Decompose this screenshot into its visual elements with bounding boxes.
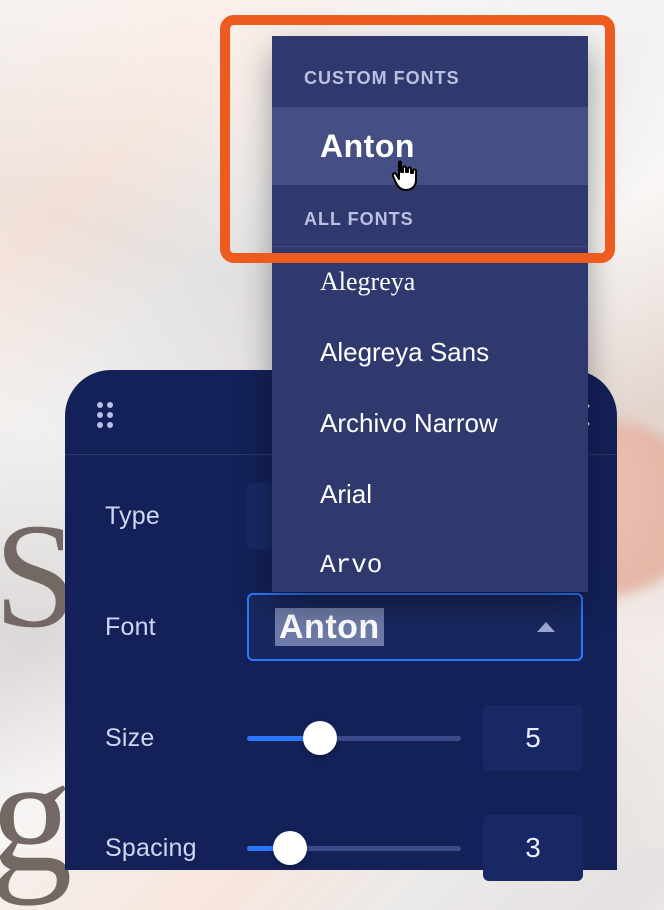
font-option-label: Archivo Narrow — [320, 408, 498, 438]
size-row: Size 5 — [105, 705, 583, 771]
size-value[interactable]: 5 — [483, 705, 583, 771]
font-label: Font — [105, 613, 225, 642]
dropdown-section-all: ALL FONTS — [272, 185, 588, 247]
background-glyph-g: g — [0, 720, 73, 910]
font-option-archivo-narrow[interactable]: Archivo Narrow — [272, 388, 588, 459]
font-option-alegreya[interactable]: Alegreya — [272, 247, 588, 317]
font-option-label: Arial — [320, 479, 372, 509]
spacing-row: Spacing 3 — [105, 815, 583, 881]
chevron-up-icon — [537, 622, 555, 632]
font-option-anton[interactable]: Anton — [272, 108, 588, 185]
size-slider-thumb[interactable] — [303, 721, 337, 755]
font-value: Anton — [275, 608, 384, 647]
font-select[interactable]: Anton — [247, 593, 583, 661]
font-option-label: Arvo — [320, 550, 382, 580]
spacing-label: Spacing — [105, 834, 225, 863]
font-option-label: Alegreya — [320, 267, 415, 296]
type-label: Type — [105, 502, 225, 531]
spacing-value[interactable]: 3 — [483, 815, 583, 881]
drag-handle-icon[interactable] — [95, 400, 115, 430]
font-option-arial[interactable]: Arial — [272, 459, 588, 530]
font-option-label: Alegreya Sans — [320, 337, 489, 367]
spacing-slider[interactable] — [247, 846, 461, 851]
spacing-slider-thumb[interactable] — [273, 831, 307, 865]
size-slider[interactable] — [247, 736, 461, 741]
size-label: Size — [105, 724, 225, 753]
font-option-label: Anton — [320, 128, 415, 164]
dropdown-section-custom: CUSTOM FONTS — [272, 36, 588, 108]
font-option-alegreya-sans[interactable]: Alegreya Sans — [272, 317, 588, 388]
font-dropdown[interactable]: CUSTOM FONTS Anton ALL FONTS Alegreya Al… — [272, 36, 588, 592]
font-row: Font Anton — [105, 593, 583, 661]
font-option-arvo[interactable]: Arvo — [272, 530, 588, 600]
